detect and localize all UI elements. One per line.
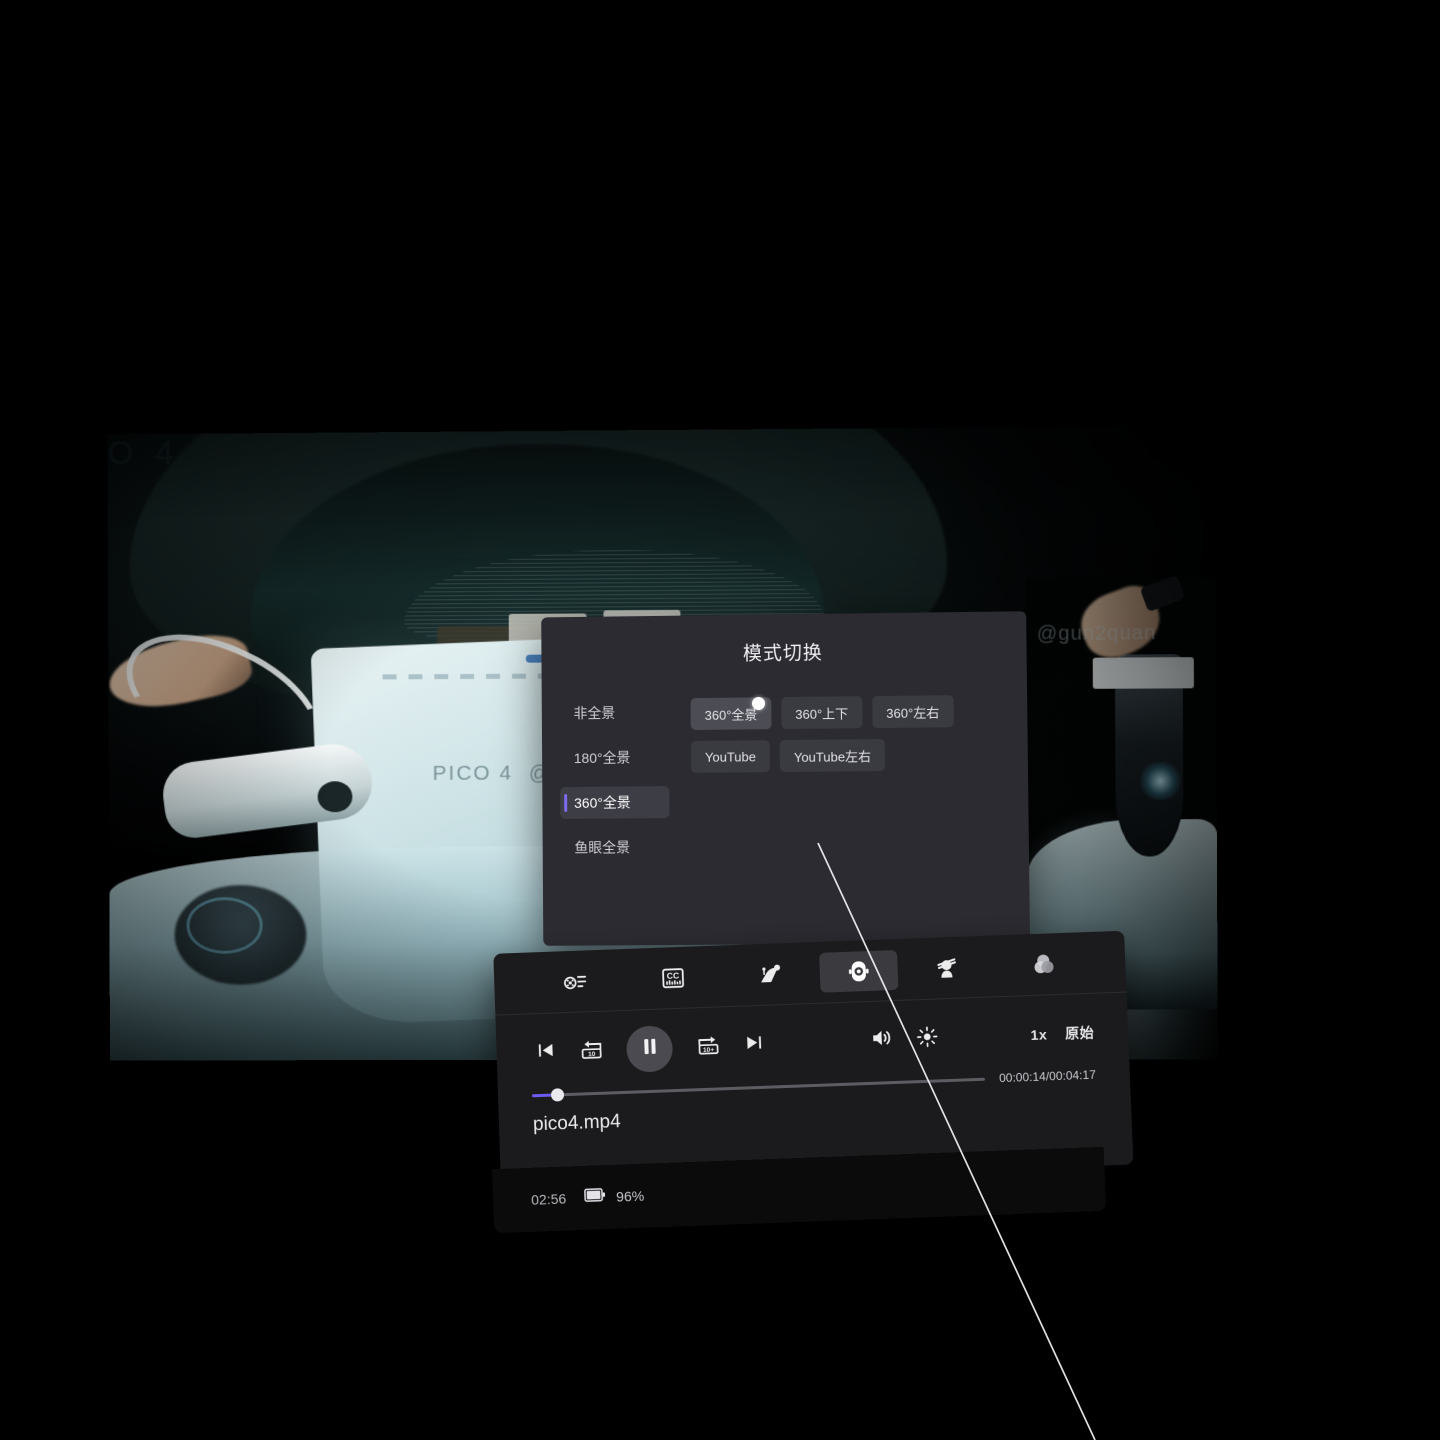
screen-mode-icon: [757, 962, 784, 987]
vr-3d-button[interactable]: [897, 946, 996, 989]
svg-text:10+: 10+: [702, 1046, 714, 1053]
vr-pointer-cursor: [752, 697, 765, 710]
sidebar-item-label: 180°全景: [573, 749, 631, 767]
vr-screenshot-stage: O 4 PICO 4 @gun2quan @gun2quan 模式切换: [0, 0, 1440, 1440]
sidebar-item-label: 非全景: [573, 704, 616, 722]
volume-icon: [869, 1027, 893, 1054]
option-360-top-bottom[interactable]: 360°上下: [781, 696, 863, 730]
battery-indicator: 96%: [584, 1186, 645, 1208]
subtitle-cc-icon: CC: [661, 965, 686, 990]
playback-spacer: [942, 1035, 1030, 1038]
forward-10-icon: 10+: [695, 1033, 721, 1061]
playlist-button[interactable]: [526, 960, 625, 1003]
color-filter-button[interactable]: [995, 942, 1094, 985]
pause-button[interactable]: [625, 1025, 674, 1073]
mode-options-row-1: 360°全景 360°上下 360°左右: [690, 695, 1006, 731]
next-button[interactable]: [738, 1030, 769, 1061]
playlist-icon: [563, 970, 588, 993]
playback-speed-button[interactable]: 1x: [1030, 1026, 1047, 1043]
previous-icon: [536, 1040, 556, 1065]
subtitle-button[interactable]: CC: [623, 956, 722, 999]
forward-10-button[interactable]: 10+: [692, 1031, 723, 1062]
screen-mode-button[interactable]: [721, 952, 820, 995]
next-icon: [744, 1033, 764, 1058]
sidebar-item-360-panorama[interactable]: 360°全景: [560, 786, 670, 819]
panorama-360-icon: [846, 957, 871, 984]
sidebar-item-label: 360°全景: [574, 794, 631, 811]
rewind-10-button[interactable]: 10: [576, 1036, 607, 1067]
battery-percent-label: 96%: [615, 1187, 645, 1205]
option-360-left-right[interactable]: 360°左右: [872, 695, 954, 729]
mode-switch-dialog: 模式切换 非全景 180°全景 360°全景 鱼眼全景 360°全景 360°上…: [541, 611, 1031, 946]
option-youtube-left-right[interactable]: YouTube左右: [779, 738, 886, 773]
battery-icon: [584, 1187, 607, 1208]
sidebar-item-non-panorama[interactable]: 非全景: [560, 696, 669, 729]
rewind-10-icon: 10: [579, 1037, 605, 1065]
quality-button[interactable]: 原始: [1065, 1023, 1095, 1044]
vr-headset-icon: [934, 954, 959, 981]
playback-right-controls: 1x 原始: [1030, 1023, 1094, 1045]
mode-options: 360°全景 360°上下 360°左右 YouTube YouTube左右: [669, 693, 1007, 876]
panorama-mode-button[interactable]: [819, 949, 899, 993]
previous-button[interactable]: [530, 1037, 561, 1068]
mode-sidebar: 非全景 180°全景 360°全景 鱼眼全景: [560, 696, 671, 876]
clock-label: 02:56: [530, 1190, 567, 1208]
mode-options-row-2: YouTube YouTube左右: [690, 738, 1006, 773]
dialog-body: 非全景 180°全景 360°全景 鱼眼全景 360°全景 360°上下 360…: [542, 692, 1029, 877]
volume-button[interactable]: [866, 1025, 897, 1056]
seek-time-display: 00:00:14/00:04:17: [998, 1067, 1097, 1086]
svg-text:CC: CC: [667, 970, 680, 980]
playback-left-controls: 10 10+: [530, 1015, 943, 1076]
brightness-button[interactable]: [912, 1023, 943, 1054]
option-youtube[interactable]: YouTube: [690, 740, 771, 773]
pause-icon: [641, 1037, 659, 1062]
svg-text:10: 10: [587, 1050, 595, 1057]
sidebar-item-fisheye-panorama[interactable]: 鱼眼全景: [560, 831, 670, 864]
sidebar-item-label: 鱼眼全景: [574, 839, 631, 856]
sidebar-item-180-panorama[interactable]: 180°全景: [560, 741, 669, 774]
brightness-icon: [916, 1025, 939, 1053]
color-filter-icon: [1031, 952, 1058, 977]
dialog-title: 模式切换: [742, 642, 823, 665]
seek-handle[interactable]: [550, 1087, 565, 1102]
